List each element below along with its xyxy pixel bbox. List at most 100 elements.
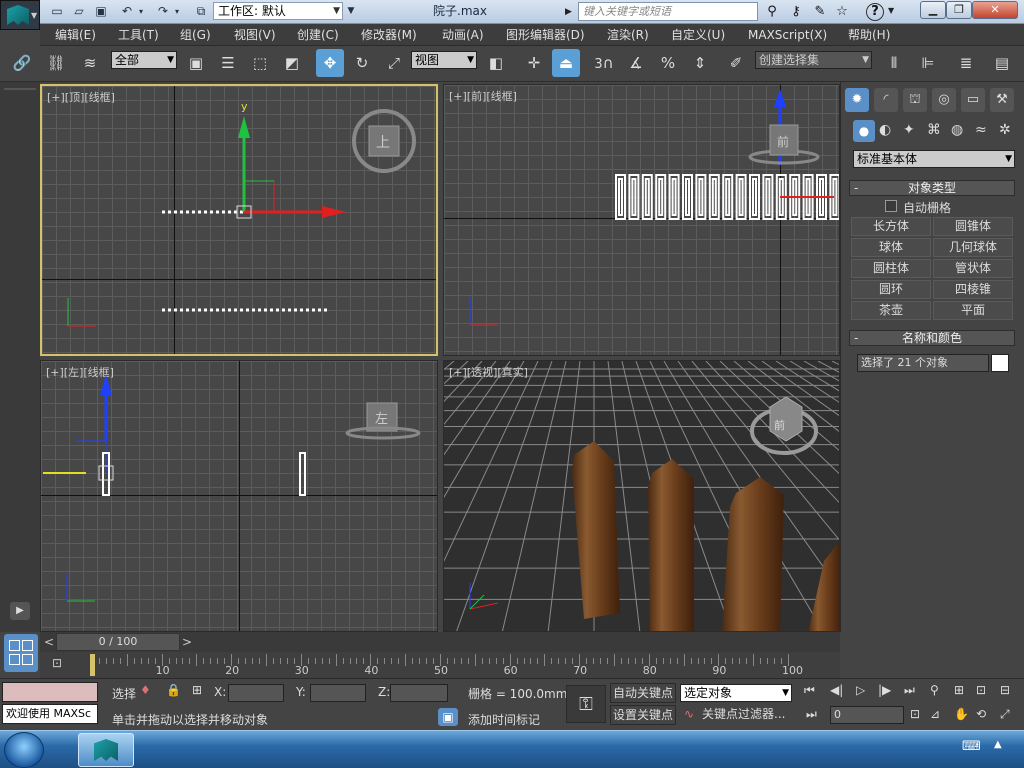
zoom-extents-all-icon[interactable]: ⊟ — [1000, 683, 1010, 697]
key-mode-dropdown[interactable]: 选定对象 — [680, 684, 792, 702]
curve-editor-icon[interactable]: ⊡ — [52, 656, 72, 672]
redo-icon[interactable]: ↷ — [154, 3, 172, 20]
field-of-view-icon[interactable]: ⊿ — [930, 707, 940, 721]
helpers-icon[interactable]: ◍ — [951, 122, 963, 138]
current-frame-field[interactable]: 0 — [830, 706, 904, 724]
help-icon[interactable]: ? — [866, 3, 884, 21]
search-input[interactable]: 键入关键字或短语 — [578, 2, 758, 21]
object-name-field[interactable]: 选择了 21 个对象 — [857, 354, 989, 372]
undo-icon[interactable]: ↶ — [118, 3, 136, 20]
expand-panel-icon[interactable]: ▶ — [10, 602, 30, 620]
category-dropdown[interactable]: 标准基本体 — [853, 150, 1015, 168]
minimize-button[interactable]: ▁ — [920, 1, 946, 19]
select-by-name-icon[interactable]: ☰ — [214, 49, 242, 77]
zoom-icon[interactable]: ⚲ — [930, 683, 939, 697]
plane-button[interactable]: 平面 — [933, 301, 1013, 320]
cameras-icon[interactable]: ⌘ — [927, 122, 941, 138]
undo-dropdown-icon[interactable]: ▾ — [136, 3, 146, 20]
shapes-icon[interactable]: ◐ — [879, 122, 891, 138]
menu-create[interactable]: 创建(C) — [297, 26, 339, 44]
menu-edit[interactable]: 编辑(E) — [55, 26, 96, 44]
zoom-extents-icon[interactable]: ⊡ — [976, 683, 986, 697]
maxscript-mini-listener-top[interactable] — [2, 682, 98, 702]
orbit-icon[interactable]: ⟲ — [976, 707, 986, 721]
application-menu-button[interactable]: ▼ — [0, 0, 40, 30]
angle-snap-toggle-icon[interactable]: ∡ — [622, 49, 650, 77]
select-and-link-icon[interactable]: 🔗 — [8, 49, 36, 77]
key-filter-curve-icon[interactable]: ∿ — [684, 707, 694, 721]
sphere-button[interactable]: 球体 — [851, 238, 931, 257]
utilities-tab-icon[interactable]: ⚒ — [990, 88, 1014, 112]
track-bar[interactable]: ⊡ 10 20 30 40 50 60 70 80 90 100 — [40, 652, 840, 678]
select-and-rotate-icon[interactable]: ↻ — [348, 49, 376, 77]
select-and-move-icon[interactable]: ✥ — [316, 49, 344, 77]
rectangular-selection-icon[interactable]: ⬚ — [246, 49, 274, 77]
edit-named-selection-sets-icon[interactable]: ✐ — [722, 49, 750, 77]
systems-icon[interactable]: ✲ — [999, 122, 1011, 138]
use-pivot-center-icon[interactable]: ◧ — [482, 49, 510, 77]
key-filters-button[interactable]: 关键点过滤器... — [702, 705, 794, 725]
time-prev-arrow[interactable]: < — [42, 634, 56, 650]
selection-lock-icon[interactable]: 🔒 — [166, 683, 181, 697]
viewport-layout-icon[interactable] — [4, 634, 38, 672]
start-button[interactable] — [4, 732, 44, 768]
pan-icon[interactable]: ✋ — [954, 707, 969, 721]
y-coordinate-field[interactable] — [310, 684, 366, 702]
help-dropdown-icon[interactable]: ▼ — [888, 6, 894, 15]
isolate-icon[interactable]: ♦ — [140, 683, 151, 697]
create-tab-icon[interactable]: ✹ — [845, 88, 869, 112]
bind-to-space-warp-icon[interactable]: ≋ — [76, 49, 104, 77]
object-type-rollout[interactable]: - 对象类型 — [849, 180, 1015, 196]
go-to-start-icon[interactable]: ⏮ — [804, 683, 815, 698]
align-icon[interactable]: ⊫ — [914, 49, 942, 77]
cone-button[interactable]: 圆锥体 — [933, 217, 1013, 236]
menu-maxscript[interactable]: MAXScript(X) — [748, 26, 827, 44]
time-tag-icon[interactable]: ▣ — [438, 708, 458, 726]
reference-coordinate-dropdown[interactable]: 视图 — [411, 51, 477, 69]
space-warps-icon[interactable]: ≈ — [975, 122, 987, 138]
autogrid-checkbox[interactable] — [885, 200, 897, 212]
zoom-all-icon[interactable]: ⊞ — [954, 683, 964, 697]
communication-center-icon[interactable]: ✎ — [810, 3, 830, 21]
time-marker[interactable] — [90, 654, 95, 676]
add-time-tag[interactable]: 添加时间标记 — [468, 711, 540, 728]
search-expand-icon[interactable]: ▶ — [565, 3, 575, 21]
graphite-modeling-icon[interactable]: ▤ — [988, 49, 1016, 77]
hierarchy-tab-icon[interactable]: ⛫ — [903, 88, 927, 112]
time-next-arrow[interactable]: > — [180, 634, 194, 650]
lights-icon[interactable]: ✦ — [903, 122, 915, 138]
box-button[interactable]: 长方体 — [851, 217, 931, 236]
mirror-icon[interactable]: ⫴ — [880, 49, 908, 77]
auto-key-button[interactable]: 自动关键点 — [610, 683, 676, 703]
project-folder-icon[interactable]: ⧉ — [192, 3, 210, 20]
key-mode-toggle-icon[interactable]: ⏭ — [806, 707, 817, 722]
customize-quick-access-icon[interactable]: ▼ — [345, 3, 357, 20]
time-slider[interactable]: < 0 / 100 > — [40, 632, 840, 652]
new-file-icon[interactable]: ▭ — [48, 3, 66, 20]
open-file-icon[interactable]: ▱ — [70, 3, 88, 20]
redo-dropdown-icon[interactable]: ▾ — [172, 3, 182, 20]
modify-tab-icon[interactable]: ◜ — [874, 88, 898, 112]
pyramid-button[interactable]: 四棱锥 — [933, 280, 1013, 299]
binoculars-icon[interactable]: ⚲ — [762, 3, 782, 21]
menu-modifiers[interactable]: 修改器(M) — [361, 26, 417, 44]
viewport-perspective[interactable]: [+][透视][真实] 前 — [443, 360, 840, 632]
viewport-top[interactable]: [+][顶][线框] y 上 — [40, 84, 438, 356]
percent-snap-toggle-icon[interactable]: % — [654, 49, 682, 77]
go-to-end-icon[interactable]: ⏭ — [904, 683, 915, 698]
cylinder-button[interactable]: 圆柱体 — [851, 259, 931, 278]
menu-group[interactable]: 组(G) — [180, 26, 211, 44]
menu-tools[interactable]: 工具(T) — [118, 26, 159, 44]
time-slider-thumb[interactable]: 0 / 100 — [56, 633, 180, 651]
save-file-icon[interactable]: ▣ — [92, 3, 110, 20]
select-and-scale-icon[interactable]: ⤢ — [380, 49, 408, 77]
favorites-star-icon[interactable]: ☆ — [832, 3, 852, 21]
tray-expand-icon[interactable]: ▲ — [994, 739, 1002, 750]
taskbar-3dsmax-app[interactable] — [78, 733, 134, 767]
select-object-icon[interactable]: ▣ — [182, 49, 210, 77]
viewport-front[interactable]: [+][前][线框] 前 — [443, 84, 840, 356]
previous-frame-icon[interactable]: ◀| — [830, 683, 843, 697]
subscription-key-icon[interactable]: ⚷ — [786, 3, 806, 21]
menu-graph-editors[interactable]: 图形编辑器(D) — [506, 26, 585, 44]
tube-button[interactable]: 管状体 — [933, 259, 1013, 278]
